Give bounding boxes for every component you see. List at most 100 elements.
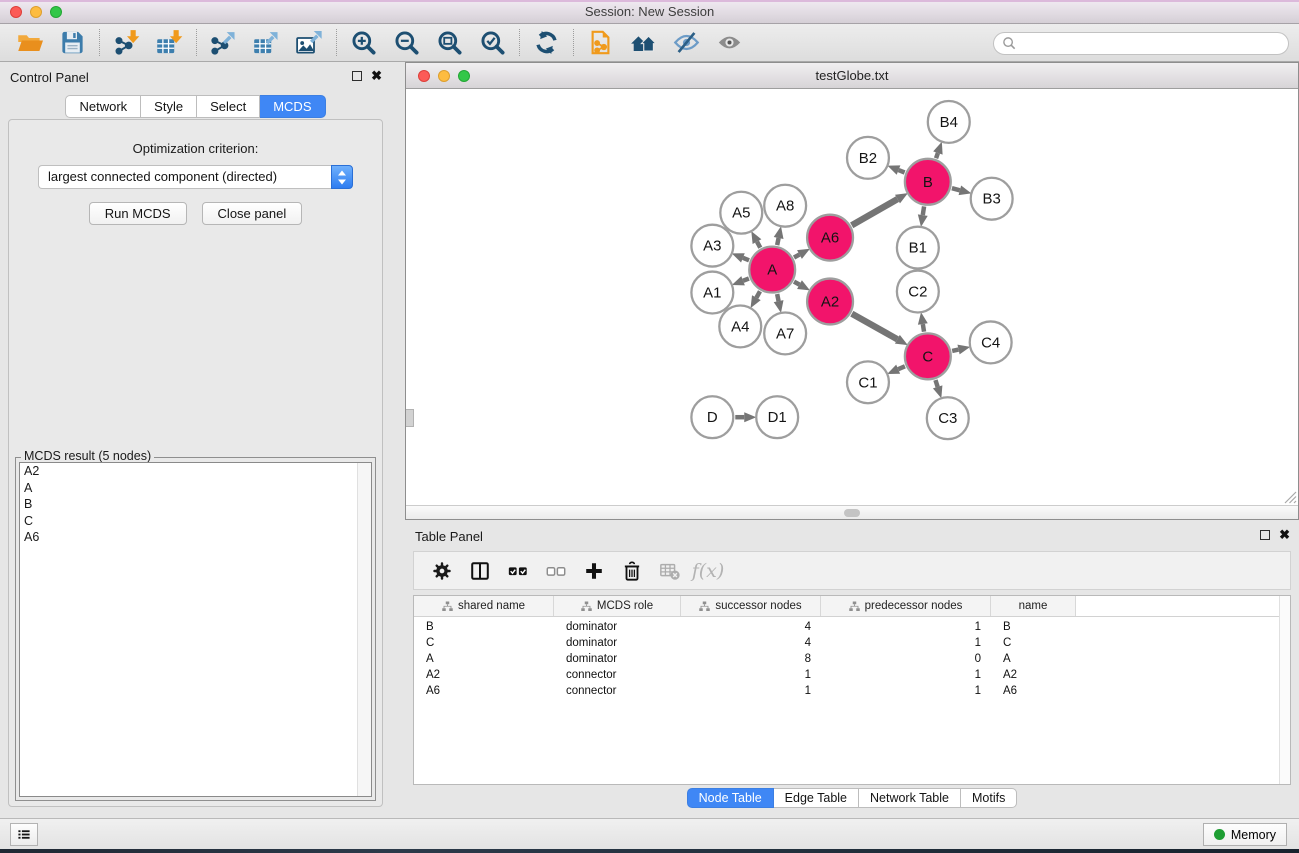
node-B3[interactable]: B3 [971,178,1013,220]
select-all-button[interactable] [499,556,537,586]
first-neighbors-button[interactable] [622,27,665,59]
table-tab-network-table[interactable]: Network Table [859,788,961,808]
network-from-selection-button[interactable] [579,27,622,59]
cell-predecessor-nodes[interactable]: 1 [821,637,991,649]
node-B[interactable]: B [905,159,951,205]
cell-successor-nodes[interactable]: 1 [681,669,821,681]
cell-predecessor-nodes[interactable]: 1 [821,685,991,697]
tab-network[interactable]: Network [65,95,141,118]
cell-successor-nodes[interactable]: 4 [681,637,821,649]
function-builder-button[interactable]: f(x) [689,556,727,586]
add-row-button[interactable] [575,556,613,586]
table-vertical-scrollbar[interactable] [1279,596,1290,784]
network-horizontal-scrollbar[interactable] [406,505,1298,519]
show-panels-button[interactable] [10,823,38,846]
edge-A-A2[interactable] [794,282,799,285]
cell-shared-name[interactable]: A6 [414,685,554,697]
show-all-button[interactable] [708,27,751,59]
edge-A6-B[interactable] [852,199,898,225]
network-minimize-button[interactable] [438,70,450,82]
cell-name[interactable]: C [991,637,1076,649]
edge-A-A1[interactable] [743,278,749,280]
cell-shared-name[interactable]: C [414,637,554,649]
tab-mcds[interactable]: MCDS [260,95,325,118]
table-tab-node-table[interactable]: Node Table [687,788,774,808]
column-header-shared-name[interactable]: shared name [414,596,554,616]
edge-A-A7[interactable] [777,294,778,301]
zoom-in-button[interactable] [342,27,385,59]
edge-B-B3[interactable] [952,188,960,190]
cell-predecessor-nodes[interactable]: 0 [821,653,991,665]
edge-B-B2[interactable] [899,170,905,172]
cell-name[interactable]: A [991,653,1076,665]
float-table-panel-icon[interactable] [1260,530,1270,540]
criterion-dropdown[interactable]: largest connected component (directed) [38,165,331,189]
cell-name[interactable]: A2 [991,669,1076,681]
close-panel-button[interactable]: Close panel [202,202,303,225]
close-window-button[interactable] [10,6,22,18]
save-button[interactable] [51,27,94,59]
column-header-successor-nodes[interactable]: successor nodes [681,596,821,616]
table-tab-edge-table[interactable]: Edge Table [774,788,859,808]
zoom-fit-button[interactable] [428,27,471,59]
node-C4[interactable]: C4 [970,321,1012,363]
network-close-button[interactable] [418,70,430,82]
table-row-a2[interactable]: A2connector11A2 [414,667,1290,683]
node-A2[interactable]: A2 [807,279,853,325]
cell-mcds-role[interactable]: dominator [554,637,681,649]
network-zoom-button[interactable] [458,70,470,82]
cell-name[interactable]: A6 [991,685,1076,697]
edge-A-A8[interactable] [777,238,778,245]
columns-button[interactable] [461,556,499,586]
close-table-panel-icon[interactable]: ✖ [1279,529,1290,540]
memory-button[interactable]: Memory [1203,823,1287,846]
result-list-scrollbar[interactable] [357,463,371,796]
cell-shared-name[interactable]: A [414,653,554,665]
delete-row-button[interactable] [613,556,651,586]
delete-table-button[interactable] [651,556,689,586]
node-C1[interactable]: C1 [847,361,889,403]
edge-C-C1[interactable] [898,366,905,369]
cell-mcds-role[interactable]: connector [554,685,681,697]
network-graph[interactable]: B4B2BB3A8A5A6A3B1AC2A1A2A4A7C4CC1C3DD1 [406,89,1298,505]
node-A8[interactable]: A8 [764,185,806,227]
column-header-predecessor-nodes[interactable]: predecessor nodes [821,596,991,616]
node-B4[interactable]: B4 [928,101,970,143]
node-D[interactable]: D [691,396,733,438]
zoom-window-button[interactable] [50,6,62,18]
import-network-button[interactable] [105,27,148,59]
import-table-button[interactable] [148,27,191,59]
node-A3[interactable]: A3 [691,225,733,267]
edge-C-C2[interactable] [923,324,924,332]
node-C[interactable]: C [905,333,951,379]
cell-predecessor-nodes[interactable]: 1 [821,621,991,633]
node-A4[interactable]: A4 [719,305,761,347]
cell-successor-nodes[interactable]: 8 [681,653,821,665]
node-A7[interactable]: A7 [764,312,806,354]
edge-A-A3[interactable] [743,258,749,260]
run-mcds-button[interactable]: Run MCDS [89,202,187,225]
cell-shared-name[interactable]: B [414,621,554,633]
zoom-out-button[interactable] [385,27,428,59]
node-B2[interactable]: B2 [847,137,889,179]
edge-A-A4[interactable] [756,291,760,297]
gear-button[interactable] [423,556,461,586]
cell-mcds-role[interactable]: connector [554,669,681,681]
close-panel-icon[interactable]: ✖ [371,70,382,81]
network-window-titlebar[interactable]: testGlobe.txt [406,63,1298,89]
edge-C-C3[interactable] [935,380,937,387]
deselect-all-button[interactable] [537,556,575,586]
cell-mcds-role[interactable]: dominator [554,621,681,633]
search-input[interactable] [1017,36,1288,52]
refresh-button[interactable] [525,27,568,59]
node-C3[interactable]: C3 [927,397,969,439]
node-B1[interactable]: B1 [897,227,939,269]
cell-predecessor-nodes[interactable]: 1 [821,669,991,681]
export-network-button[interactable] [202,27,245,59]
edge-A-A5[interactable] [757,242,760,248]
tab-select[interactable]: Select [197,95,260,118]
open-button[interactable] [8,27,51,59]
tab-style[interactable]: Style [141,95,197,118]
edge-B-B4[interactable] [936,153,938,158]
node-D1[interactable]: D1 [756,396,798,438]
